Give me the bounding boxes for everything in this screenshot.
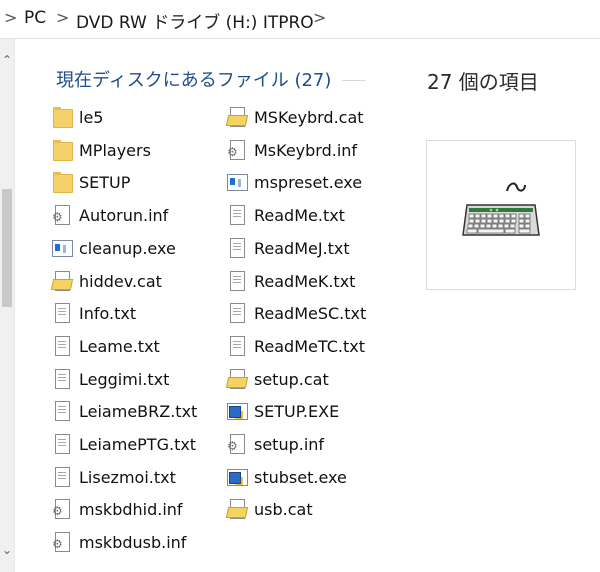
- file-name-label: stubset.exe: [254, 467, 347, 487]
- file-item[interactable]: MsKeybrd.inf: [227, 137, 357, 163]
- text-file-icon: [227, 302, 247, 324]
- file-name-label: Leggimi.txt: [79, 369, 170, 389]
- cat-file-icon: [227, 368, 247, 390]
- item-count-label: 27 個の項目: [427, 70, 539, 94]
- text-file-icon: [227, 270, 247, 292]
- setup-exe-icon: [227, 400, 248, 422]
- text-file-icon: [52, 302, 72, 324]
- file-name-label: Lisezmoi.txt: [79, 467, 176, 487]
- file-item[interactable]: MSKeybrd.cat: [227, 104, 364, 130]
- file-item[interactable]: ReadMe.txt: [227, 202, 345, 228]
- inf-file-icon: [52, 498, 72, 520]
- inf-file-icon: [227, 139, 247, 161]
- file-name-label: SETUP: [79, 172, 131, 192]
- file-name-label: setup.inf: [254, 434, 325, 454]
- inf-file-icon: [52, 204, 72, 226]
- file-item[interactable]: le5: [52, 104, 103, 130]
- file-name-label: cleanup.exe: [79, 238, 176, 258]
- setup-exe-icon: [227, 466, 248, 488]
- group-header-divider: [342, 80, 366, 81]
- nav-pane-scrollbar[interactable]: ⌃ ⌄: [0, 39, 14, 572]
- file-item[interactable]: SETUP.EXE: [227, 398, 339, 424]
- file-group-header[interactable]: 現在ディスクにあるファイル (27): [56, 66, 331, 92]
- cat-file-icon: [227, 498, 247, 520]
- file-name-label: LeiamePTG.txt: [79, 434, 197, 454]
- file-item[interactable]: ReadMeSC.txt: [227, 300, 366, 326]
- file-item[interactable]: mskbdhid.inf: [52, 496, 183, 522]
- file-item[interactable]: hiddev.cat: [52, 268, 162, 294]
- file-name-label: MSKeybrd.cat: [254, 107, 364, 127]
- folder-icon: [52, 106, 73, 128]
- inf-file-icon: [227, 433, 247, 455]
- file-item[interactable]: Lisezmoi.txt: [52, 464, 176, 490]
- file-item[interactable]: SETUP: [52, 169, 130, 195]
- file-name-label: Leame.txt: [79, 336, 160, 356]
- text-file-icon: [52, 368, 72, 390]
- breadcrumb-chevron-icon[interactable]: >: [4, 8, 17, 27]
- file-item[interactable]: ReadMeTC.txt: [227, 333, 365, 359]
- file-item[interactable]: Info.txt: [52, 300, 136, 326]
- cat-file-icon: [227, 106, 247, 128]
- preview-thumbnail: [426, 140, 576, 290]
- file-name-label: ReadMeTC.txt: [254, 336, 365, 356]
- file-name-label: usb.cat: [254, 499, 313, 519]
- file-item[interactable]: ReadMeJ.txt: [227, 235, 350, 261]
- file-name-label: setup.cat: [254, 369, 329, 389]
- file-item[interactable]: Autorun.inf: [52, 202, 168, 228]
- address-breadcrumb-bar: > PC > DVD RW ドライブ (H:) ITPRO >: [0, 0, 600, 39]
- keyboard-icon: [462, 182, 540, 236]
- text-file-icon: [52, 400, 72, 422]
- text-file-icon: [52, 433, 72, 455]
- file-name-label: SETUP.EXE: [254, 401, 340, 421]
- exe-file-icon: [227, 171, 248, 193]
- file-name-label: mspreset.exe: [254, 172, 363, 192]
- breadcrumb-separator-icon[interactable]: >: [313, 8, 326, 27]
- file-name-label: MsKeybrd.inf: [254, 140, 358, 160]
- file-name-label: Autorun.inf: [79, 205, 169, 225]
- file-name-label: Info.txt: [79, 303, 137, 323]
- file-item[interactable]: LeiameBRZ.txt: [52, 398, 197, 424]
- file-item[interactable]: stubset.exe: [227, 464, 347, 490]
- file-item[interactable]: MPlayers: [52, 137, 151, 163]
- file-item[interactable]: setup.cat: [227, 366, 329, 392]
- text-file-icon: [227, 335, 247, 357]
- file-item[interactable]: Leggimi.txt: [52, 366, 169, 392]
- file-item[interactable]: ReadMeK.txt: [227, 268, 355, 294]
- exe-file-icon: [52, 237, 73, 259]
- file-item[interactable]: setup.inf: [227, 431, 324, 457]
- file-name-label: ReadMeSC.txt: [254, 303, 367, 323]
- file-name-label: ReadMe.txt: [254, 205, 345, 225]
- file-item[interactable]: Leame.txt: [52, 333, 160, 359]
- cat-file-icon: [52, 270, 72, 292]
- file-name-label: ReadMeJ.txt: [254, 238, 350, 258]
- pane-divider: [14, 39, 15, 572]
- text-file-icon: [227, 204, 247, 226]
- breadcrumb-separator-icon[interactable]: >: [56, 8, 69, 27]
- text-file-icon: [52, 335, 72, 357]
- file-item[interactable]: mspreset.exe: [227, 169, 362, 195]
- file-name-label: mskbdhid.inf: [79, 499, 183, 519]
- breadcrumb-item-dvd-drive[interactable]: DVD RW ドライブ (H:) ITPRO: [76, 8, 314, 33]
- file-name-label: le5: [79, 107, 104, 127]
- file-name-label: ReadMeK.txt: [254, 271, 356, 291]
- folder-icon: [52, 171, 73, 193]
- file-name-label: mskbdusb.inf: [79, 532, 187, 552]
- file-item[interactable]: LeiamePTG.txt: [52, 431, 196, 457]
- inf-file-icon: [52, 531, 72, 553]
- text-file-icon: [227, 237, 247, 259]
- scroll-up-arrow-icon[interactable]: ⌃: [0, 53, 14, 67]
- breadcrumb-item-pc[interactable]: PC: [24, 8, 46, 28]
- file-name-label: MPlayers: [79, 140, 151, 160]
- scroll-thumb[interactable]: [2, 189, 12, 307]
- file-name-label: hiddev.cat: [79, 271, 162, 291]
- text-file-icon: [52, 466, 72, 488]
- file-item[interactable]: cleanup.exe: [52, 235, 176, 261]
- folder-icon: [52, 139, 73, 161]
- file-item[interactable]: mskbdusb.inf: [52, 529, 186, 555]
- file-name-label: LeiameBRZ.txt: [79, 401, 198, 421]
- file-item[interactable]: usb.cat: [227, 496, 313, 522]
- scroll-down-arrow-icon[interactable]: ⌄: [0, 543, 14, 557]
